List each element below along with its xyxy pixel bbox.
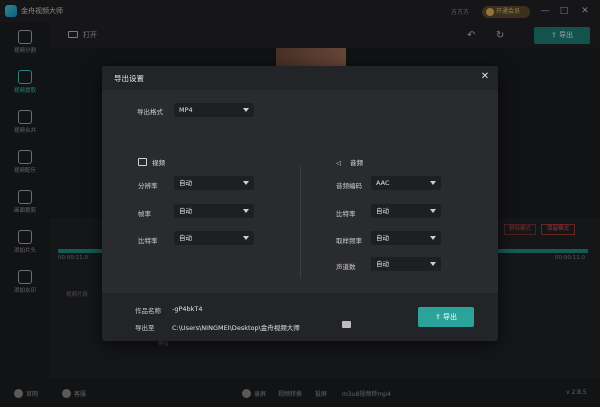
video-bitrate-select[interactable]: 自动: [174, 231, 254, 245]
audio-bitrate-value: 自动: [376, 207, 389, 215]
folder-icon[interactable]: [342, 321, 351, 328]
format-label: 导出格式: [137, 108, 163, 116]
video-section-label: 视频: [152, 159, 165, 167]
channels-label: 声道数: [336, 263, 356, 271]
chevron-down-icon: [430, 236, 436, 240]
audio-bitrate-select[interactable]: 自动: [371, 204, 441, 218]
export-path-value: C:\Users\NINGMEI\Desktop\金舟视频大师: [172, 324, 300, 332]
dialog-header: [102, 66, 498, 90]
chevron-down-icon: [430, 209, 436, 213]
audio-codec-select[interactable]: AAC: [371, 176, 441, 190]
framerate-value: 自动: [179, 207, 192, 215]
format-select[interactable]: MP4: [174, 103, 254, 117]
dialog-export-button[interactable]: ⇪ 导出: [418, 307, 474, 327]
audio-codec-label: 音频编码: [336, 182, 362, 190]
speaker-icon: ◁: [336, 159, 341, 167]
video-bitrate-label: 比特率: [138, 237, 158, 245]
sample-rate-value: 自动: [376, 234, 389, 242]
resolution-value: 自动: [179, 179, 192, 187]
format-value: MP4: [179, 106, 193, 114]
resolution-label: 分辨率: [138, 182, 158, 190]
framerate-label: 帧率: [138, 210, 151, 218]
work-name-input[interactable]: -gP4bkT4: [172, 305, 203, 313]
audio-codec-value: AAC: [376, 179, 390, 187]
audio-bitrate-label: 比特率: [336, 210, 356, 218]
section-divider: [300, 166, 301, 278]
chevron-down-icon: [243, 236, 249, 240]
dialog-export-label: 导出: [443, 313, 458, 321]
export-path-label: 导出至: [135, 324, 155, 332]
dialog-title: 导出设置: [114, 74, 144, 83]
sample-rate-label: 取样频率: [336, 237, 362, 245]
channels-value: 自动: [376, 260, 389, 268]
framerate-select[interactable]: 自动: [174, 204, 254, 218]
audio-section-label: 音频: [350, 159, 363, 167]
chevron-down-icon: [243, 209, 249, 213]
chevron-down-icon: [430, 262, 436, 266]
video-section-title: 视频: [138, 157, 165, 167]
dialog-close-icon[interactable]: ✕: [479, 71, 491, 83]
work-name-label: 作品名称: [135, 307, 161, 315]
chevron-down-icon: [243, 181, 249, 185]
channels-select[interactable]: 自动: [371, 257, 441, 271]
video-bitrate-value: 自动: [179, 234, 192, 242]
audio-section-title: ◁ 音频: [336, 157, 363, 167]
film-icon: [138, 158, 147, 166]
chevron-down-icon: [243, 108, 249, 112]
sample-rate-select[interactable]: 自动: [371, 231, 441, 245]
chevron-down-icon: [430, 181, 436, 185]
resolution-select[interactable]: 自动: [174, 176, 254, 190]
